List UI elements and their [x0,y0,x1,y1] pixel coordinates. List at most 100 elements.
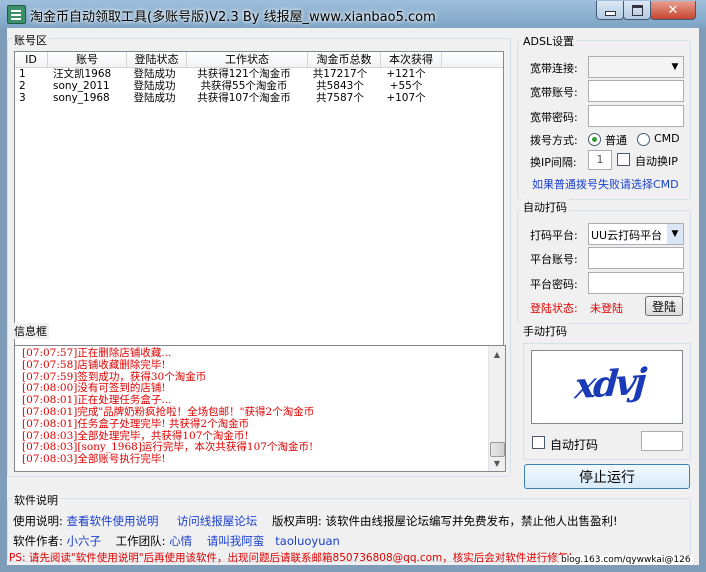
dial-cmd-radio[interactable] [637,133,650,146]
log-line: [07:07:58]店铺收藏删除完毕! [22,358,166,371]
log-lines: [07:07:57]正在删除店铺收藏... [07:07:58]店铺收藏删除完毕… [22,347,315,466]
dial-normal-label[interactable]: 普通 [605,132,627,148]
col-header-work-status[interactable]: 工作状态 [187,52,308,67]
login-status-value: 未登陆 [590,302,623,315]
col-header-login-status[interactable]: 登陆状态 [127,52,187,67]
watermark-text: blog.163.com/qywwkai@126 [559,555,693,565]
captcha-manual-group-title: 手动打码 [521,323,569,339]
minimize-button[interactable] [596,1,624,20]
col-header-account[interactable]: 账号 [48,52,127,67]
team-member-b: 请叫我阿蛮 [206,534,265,548]
cell-id: 1 [19,68,26,80]
ip-interval-label: 换IP间隔: [530,156,577,169]
cell-login-status: 登陆成功 [133,68,176,80]
platform-account-label: 平台账号: [530,253,578,266]
adsl-password-label: 宽带密码: [530,111,578,124]
platform-label: 打码平台: [530,229,578,242]
accounts-table-header: ID 账号 登陆状态 工作状态 淘金币总数 本次获得 [15,52,503,68]
usage-row: 使用说明: 查看软件使用说明 访问线报屋论坛 版权声明: 该软件由线报屋论坛编写… [13,513,618,529]
stop-button[interactable]: 停止运行 [524,464,690,489]
table-row[interactable]: 3 sony_1968 登陆成功 共获得107个淘金币 共7587个 +107个 [15,92,503,104]
scroll-up-icon[interactable]: ▲ [489,346,505,362]
adsl-password-input[interactable] [588,105,684,127]
auto-captcha-label[interactable]: 自动打码 [550,436,598,453]
platform-select[interactable]: UU云打码平台 ▼ [588,223,684,245]
adsl-conn-select[interactable]: ▼ [588,56,684,78]
author-name: 小六子 [66,534,102,548]
adsl-group-title: ADSL设置 [521,33,577,49]
log-line: [07:08:03]全部账号执行完毕! [22,453,166,466]
table-row[interactable]: 1 汪文凯1968 登陆成功 共获得121个淘金币 共17217个 +121个 [15,68,503,80]
dial-normal-radio[interactable] [588,133,601,146]
platform-value: UU云打码平台 [591,229,663,242]
cell-work-status: 共获得121个淘金币 [197,68,291,80]
cell-login-status: 登陆成功 [133,92,176,104]
auto-captcha-checkbox[interactable] [532,436,545,449]
auto-ip-checkbox[interactable] [617,153,630,166]
author-label: 软件作者: [13,534,63,548]
captcha-image[interactable]: xdvj [531,350,683,424]
chevron-down-icon: ▼ [667,224,683,244]
captcha-text: xdvj [573,360,646,408]
cell-account: 汪文凯1968 [53,68,112,80]
author-row: 软件作者: 小六子 工作团队: 心情 请叫我阿蛮 taoluoyuan [13,533,340,549]
cell-gained: +107个 [386,92,426,104]
platform-account-input[interactable] [588,247,684,269]
cell-work-status: 共获得55个淘金币 [200,80,288,92]
platform-password-label: 平台密码: [530,278,578,291]
captcha-input[interactable] [641,431,683,451]
table-row[interactable]: 2 sony_2011 登陆成功 共获得55个淘金币 共5843个 +55个 [15,80,503,92]
cell-id: 2 [19,80,26,92]
info-group-title: 软件说明 [12,492,60,508]
cell-gained: +121个 [386,68,426,80]
log-line: [07:08:01]任务盒子处理完毕! 共获得2个淘金币 [22,417,250,430]
close-icon: ✕ [667,2,679,18]
cell-work-status: 共获得107个淘金币 [197,92,291,104]
minimize-icon [604,10,616,16]
platform-password-input[interactable] [588,272,684,294]
cell-account: sony_1968 [53,92,110,104]
title-bar[interactable]: 淘金币自动领取工具(多账号版)V2.3 By 线报屋_www.xianbao5.… [0,0,706,28]
usage-label: 使用说明: [13,514,63,528]
log-line: [07:08:01]完成"品牌奶粉疯抢啦！全场包邮！"获得2个淘金币 [22,405,315,418]
adsl-account-input[interactable] [588,80,684,102]
usage-link[interactable]: 查看软件使用说明 [67,514,159,528]
client-area: 账号区 ID 账号 登陆状态 工作状态 淘金币总数 本次获得 1 汪文凯1968… [7,28,699,565]
scroll-down-icon[interactable]: ▼ [489,455,505,471]
maximize-icon [631,4,643,16]
forum-link[interactable]: 访问线报屋论坛 [177,514,258,528]
col-header-id[interactable]: ID [15,52,48,67]
app-window: 淘金币自动领取工具(多账号版)V2.3 By 线报屋_www.xianbao5.… [0,0,706,572]
auto-ip-label[interactable]: 自动换IP [635,153,678,169]
window-title: 淘金币自动领取工具(多账号版)V2.3 By 线报屋_www.xianbao5.… [30,10,436,25]
cell-coin-total: 共5843个 [316,80,364,92]
adsl-hint: 如果普通拨号失败请选择CMD [532,178,679,191]
captcha-auto-group-title: 自动打码 [521,199,569,215]
dial-mode-label: 拨号方式: [530,134,578,147]
cell-coin-total: 共17217个 [312,68,368,80]
col-header-gained[interactable]: 本次获得 [381,52,442,67]
ip-interval-input[interactable]: 1 [588,150,612,170]
copyright-text: 版权声明: 该软件由线报屋论坛编写并免费发布，禁止他人出售盈利! [271,514,618,528]
maximize-button[interactable] [623,1,651,20]
cell-coin-total: 共7587个 [316,92,364,104]
adsl-account-label: 宽带账号: [530,86,578,99]
close-button[interactable]: ✕ [650,1,696,20]
cell-account: sony_2011 [53,80,110,92]
log-group-title: 信息框 [12,323,49,339]
accounts-group-title: 账号区 [12,32,49,48]
team-member-c: taoluoyuan [275,534,340,548]
cell-gained: +55个 [389,80,423,92]
log-scrollbar[interactable]: ▲ ▼ [488,346,505,471]
app-icon [7,5,26,24]
team-label: 工作团队: [115,534,166,548]
ps-notice: PS: 请先阅读"软件使用说明"后再使用该软件，出现问题后请联系邮箱850736… [9,552,573,564]
cell-id: 3 [19,92,26,104]
accounts-table[interactable]: ID 账号 登陆状态 工作状态 淘金币总数 本次获得 1 汪文凯1968 登陆成… [14,51,504,346]
log-box[interactable]: [07:07:57]正在删除店铺收藏... [07:07:58]店铺收藏删除完毕… [14,345,506,472]
login-button[interactable]: 登陆 [645,296,683,316]
dial-cmd-label[interactable]: CMD [654,132,680,145]
login-status-label: 登陆状态: [530,302,578,315]
col-header-coin-total[interactable]: 淘金币总数 [308,52,381,67]
chevron-down-icon: ▼ [671,62,679,72]
